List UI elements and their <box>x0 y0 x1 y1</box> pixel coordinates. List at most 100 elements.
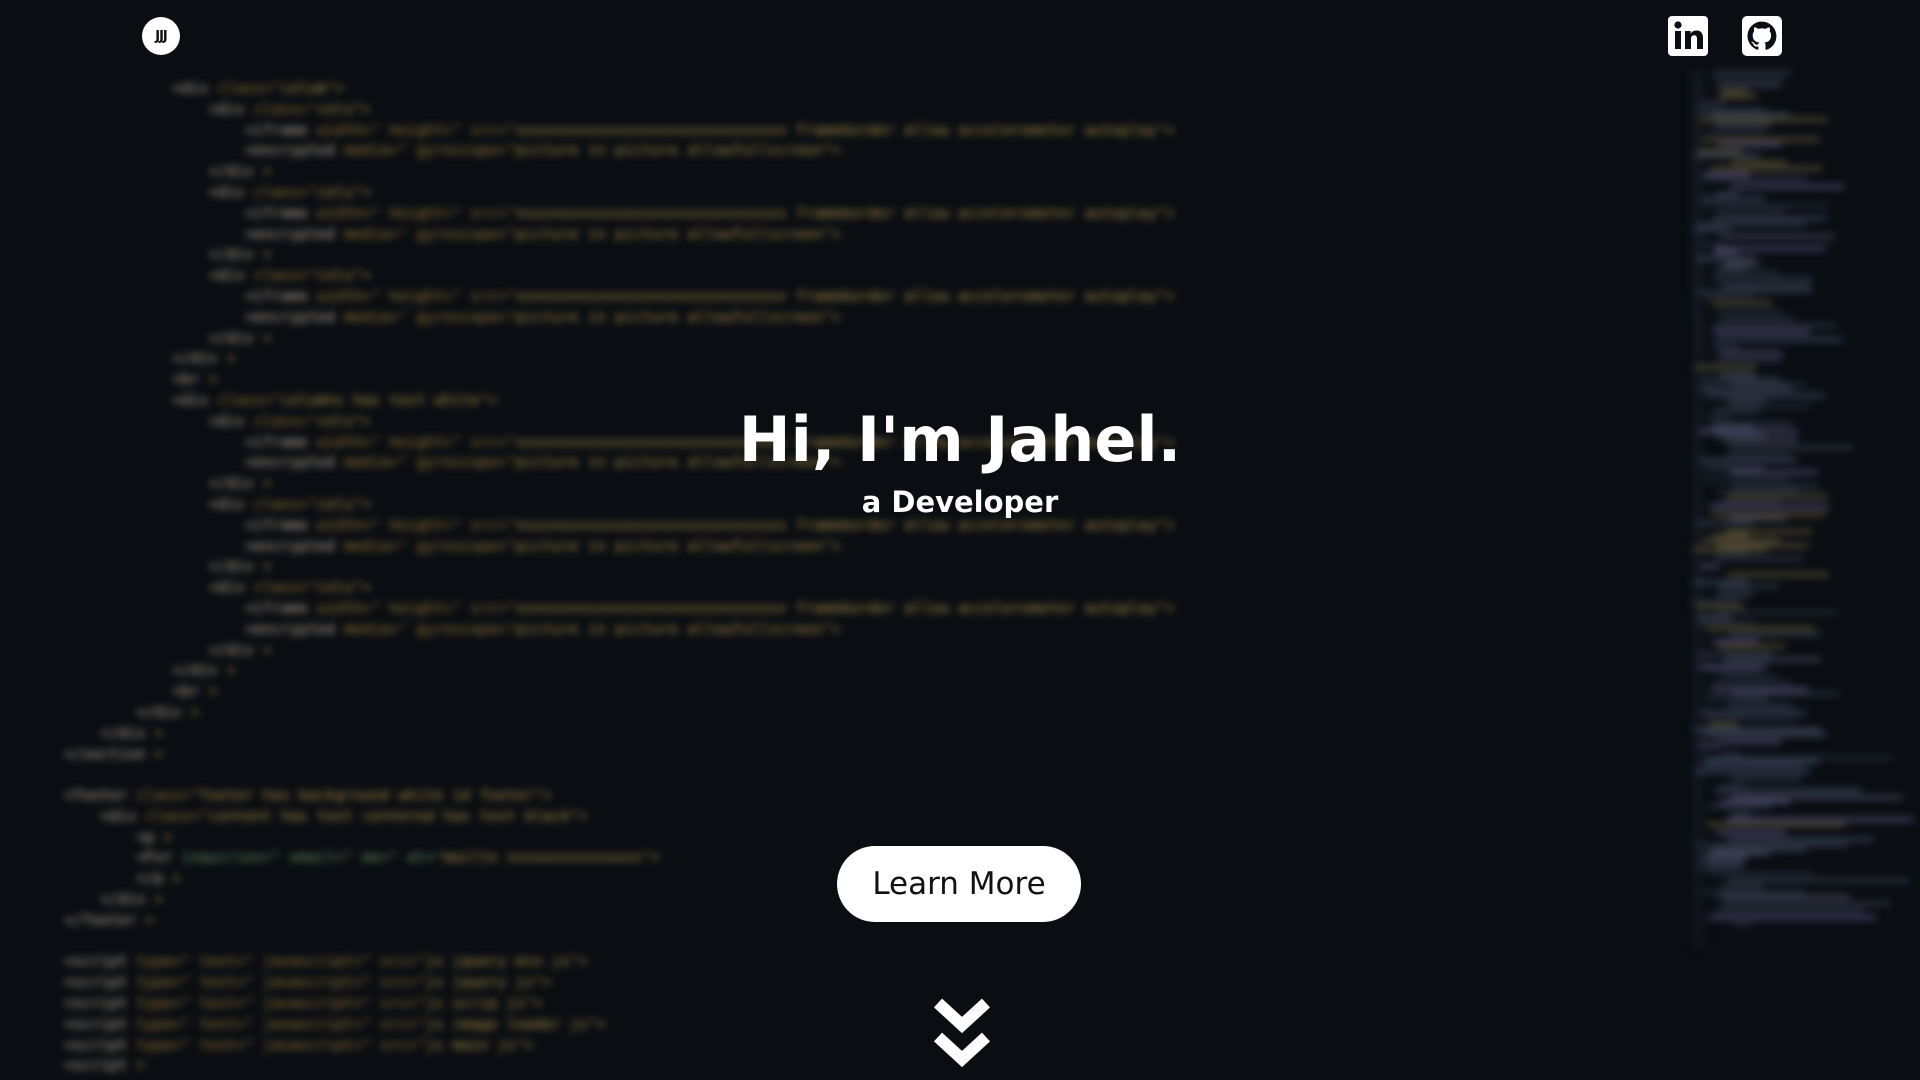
minimap-line <box>1712 534 1749 537</box>
minimap-line <box>1701 387 1793 390</box>
minimap-line <box>1715 247 1826 250</box>
minimap-line <box>1704 177 1808 180</box>
minimap-line <box>1700 118 1828 121</box>
minimap-line <box>1713 251 1738 254</box>
minimap-line <box>1727 838 1874 841</box>
code-line: </div > <box>64 702 200 721</box>
code-line: <footer class="footer has background whi… <box>64 786 552 805</box>
scroll-down-button[interactable] <box>930 995 994 1071</box>
minimap-line <box>1715 123 1771 126</box>
code-line: </p > <box>64 869 182 888</box>
minimap-line <box>1727 879 1909 882</box>
minimap-line <box>1722 675 1777 678</box>
code-line: <script > <box>64 1056 146 1075</box>
minimap-line <box>1711 346 1739 349</box>
minimap-line <box>1720 374 1756 377</box>
minimap-line <box>1717 209 1785 212</box>
minimap-line <box>1719 895 1850 898</box>
code-line: </div > <box>64 640 272 659</box>
minimap-line <box>1720 317 1794 320</box>
minimap-line <box>1711 557 1804 560</box>
minimap-line <box>1712 217 1827 220</box>
code-line: <br > <box>64 370 218 389</box>
minimap-line <box>1712 848 1806 851</box>
code-line: <script type=" text=" javascript=" src="… <box>64 994 543 1013</box>
code-line: <For inquiries=" email=" me=" at="mailto… <box>64 848 661 867</box>
minimap-line <box>1698 665 1767 668</box>
minimap-line <box>1718 645 1785 648</box>
minimap-line <box>1706 394 1825 397</box>
logo-text: JJJ <box>155 28 167 44</box>
minimap-line <box>1700 711 1807 714</box>
minimap-line <box>1732 382 1808 385</box>
minimap-line <box>1696 366 1756 369</box>
minimap-line <box>1733 923 1753 926</box>
github-link[interactable] <box>1740 14 1784 58</box>
code-line: <div class="colu"> <box>64 266 372 285</box>
minimap-line <box>1702 378 1780 381</box>
minimap-line <box>1698 109 1766 112</box>
code-line: <script type=" text=" javascript=" src="… <box>64 1014 606 1033</box>
minimap-line <box>1727 818 1914 821</box>
github-icon <box>1742 16 1782 56</box>
landing-page: <div class="colum"> <div class="colu"> <… <box>0 0 1920 1080</box>
minimap-line <box>1704 173 1750 176</box>
minimap-line <box>1701 101 1726 104</box>
minimap-line <box>1715 338 1843 341</box>
minimap-line <box>1715 309 1781 312</box>
minimap-line <box>1712 277 1813 280</box>
minimap-line <box>1731 813 1751 816</box>
minimap-line <box>1732 161 1787 164</box>
minimap-line <box>1725 262 1760 265</box>
minimap-line <box>1720 95 1757 98</box>
linkedin-link[interactable] <box>1666 14 1710 58</box>
minimap-line <box>1727 573 1829 576</box>
code-line: </div > <box>64 890 164 909</box>
code-line: </section > <box>64 744 164 763</box>
logo[interactable]: JJJ <box>142 17 180 55</box>
code-line: <div class="colu"> <box>64 578 372 597</box>
code-line: </div > <box>64 661 236 680</box>
code-line: <iframe width=" height=" src="xxxxxxxxxx… <box>64 286 1175 305</box>
minimap-line <box>1694 548 1767 551</box>
code-line: </div > <box>64 557 272 576</box>
minimap-line <box>1699 856 1747 859</box>
minimap-line <box>1709 805 1771 808</box>
minimap-line <box>1703 539 1780 542</box>
minimap-line <box>1720 800 1790 803</box>
code-line: <encrypted media=" gyroscope="picture in… <box>64 307 841 326</box>
minimap-line <box>1694 228 1730 231</box>
minimap-line <box>1695 154 1760 157</box>
code-line: </div > <box>64 349 236 368</box>
minimap-line <box>1698 653 1772 656</box>
minimap-line <box>1703 891 1805 894</box>
learn-more-button[interactable]: Learn More <box>837 846 1081 922</box>
minimap-line <box>1713 330 1810 333</box>
code-line: <iframe width=" height=" src="xxxxxxxxxx… <box>64 203 1175 222</box>
minimap-line <box>1713 270 1778 273</box>
minimap-line <box>1705 756 1894 759</box>
minimap-line <box>1729 633 1822 636</box>
minimap-line <box>1711 167 1823 170</box>
code-line: <script type=" text=" javascript=" src="… <box>64 952 588 971</box>
minimap-line <box>1725 658 1821 661</box>
minimap-line <box>1716 192 1738 195</box>
minimap-line <box>1716 831 1786 834</box>
minimap-line <box>1704 764 1804 767</box>
hero-title: Hi, I'm Jahel. <box>738 403 1182 476</box>
code-line: <div class="colu"> <box>64 182 372 201</box>
code-background-text: <div class="colum"> <div class="colu"> <… <box>64 78 1544 1076</box>
code-line: <encrypted media=" gyroscope="picture in… <box>64 224 841 243</box>
minimap-line <box>1726 530 1813 533</box>
minimap-line <box>1714 359 1782 362</box>
minimap-line <box>1713 70 1794 73</box>
code-line: <script type=" text=" javascript=" src="… <box>64 1035 534 1054</box>
minimap-line <box>1714 789 1862 792</box>
minimap-line <box>1718 552 1748 555</box>
minimap-line <box>1701 294 1754 297</box>
minimap-line <box>1708 852 1770 855</box>
minimap-line <box>1694 600 1740 603</box>
code-line: </div > <box>64 245 272 264</box>
minimap-line <box>1718 143 1782 146</box>
